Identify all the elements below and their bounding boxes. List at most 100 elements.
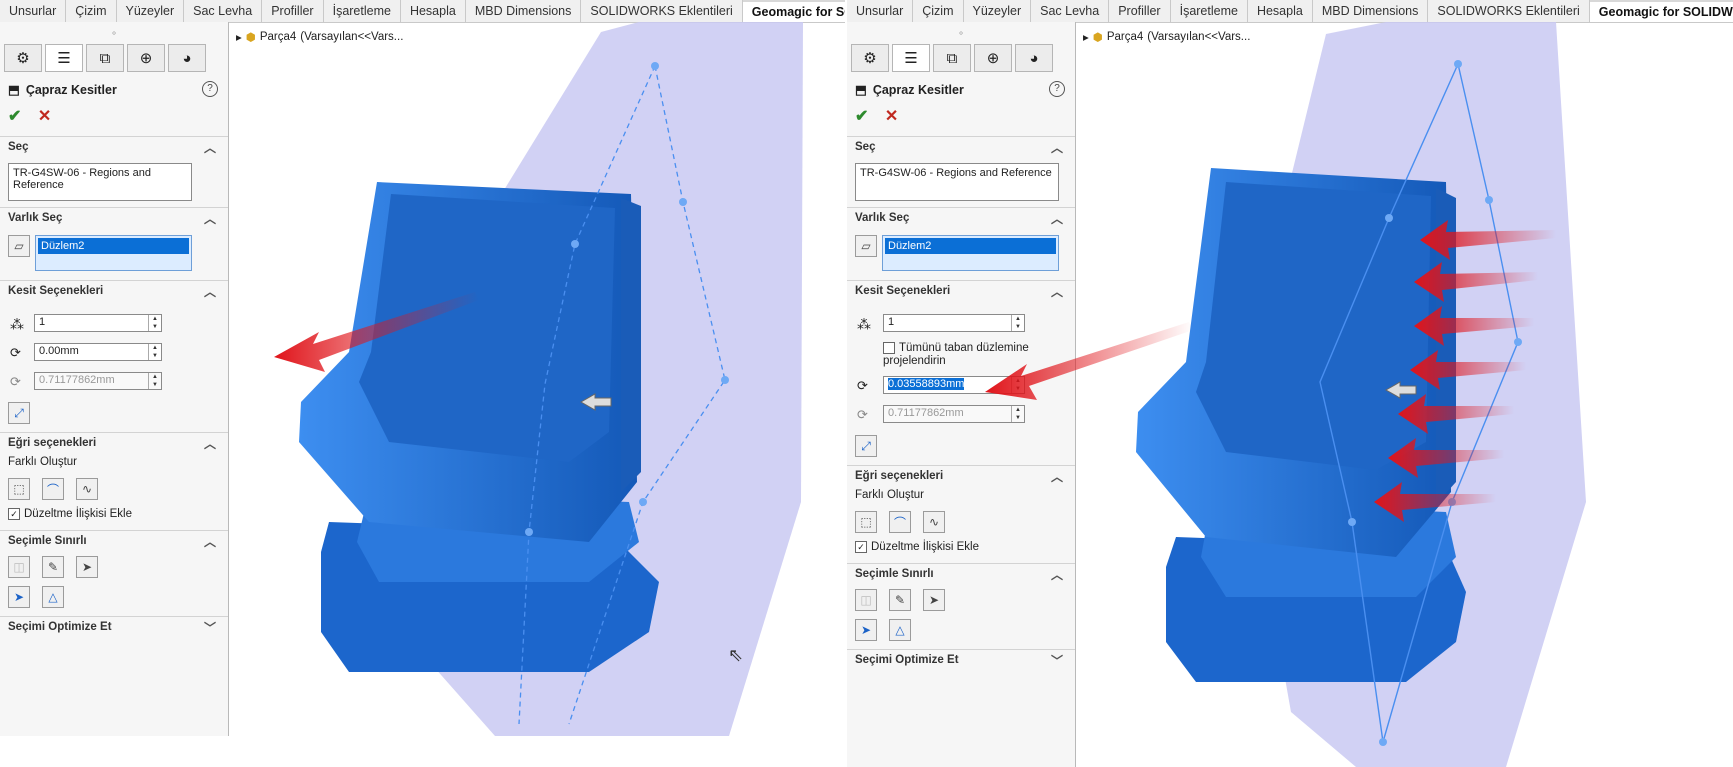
tab-solidworks-eklentileri[interactable]: SOLIDWORKS Eklentileri: [1428, 0, 1590, 22]
plane-handle[interactable]: [1348, 518, 1356, 526]
plane-handle[interactable]: [679, 198, 687, 206]
d1-value-selected[interactable]: 0.03558893mm: [888, 378, 965, 390]
plane-handle[interactable]: [1454, 60, 1462, 68]
box-select-icon[interactable]: ◫: [8, 556, 30, 578]
collapse-icon[interactable]: ︿: [204, 533, 216, 550]
help-icon[interactable]: ?: [202, 81, 218, 97]
expand-icon[interactable]: ﹀: [1051, 652, 1063, 669]
pointer-check-icon[interactable]: ➤: [855, 619, 877, 641]
feature-manager-icon[interactable]: ⚙: [4, 44, 42, 72]
tab-geomagic[interactable]: Geomagic for SOLIDWORKS: [1589, 0, 1733, 22]
tab-mbd-dimensions[interactable]: MBD Dimensions: [1313, 0, 1429, 22]
tab-solidworks-eklentileri[interactable]: SOLIDWORKS Eklentileri: [581, 0, 743, 22]
ok-button[interactable]: ✔: [855, 108, 868, 125]
collapse-icon[interactable]: ︿: [204, 139, 216, 156]
panel-grip-icon[interactable]: ⚬: [847, 28, 1075, 39]
part-side-face[interactable]: [621, 198, 641, 492]
section-limit-header[interactable]: Seçimle Sınırlı ︿: [847, 564, 1075, 584]
feature-manager-icon[interactable]: ⚙: [851, 44, 889, 72]
stepper-arrows-icon[interactable]: ▲▼: [148, 315, 161, 331]
list-item[interactable]: Düzlem2: [38, 238, 189, 254]
collapse-icon[interactable]: ︿: [204, 283, 216, 300]
reverse-direction-icon[interactable]: ⤢: [8, 402, 30, 424]
display-manager-icon[interactable]: ◕: [1015, 44, 1053, 72]
section-entity-header[interactable]: Varlık Seç ︿: [847, 208, 1075, 228]
tab-unsurlar[interactable]: Unsurlar: [847, 0, 914, 22]
tab-geomagic[interactable]: Geomagic for SOLIDWORKS: [742, 0, 845, 22]
property-manager-icon[interactable]: ☰: [45, 44, 83, 72]
config-manager-icon[interactable]: ⧉: [86, 44, 124, 72]
collapse-icon[interactable]: ︿: [1051, 468, 1063, 485]
graphics-viewport[interactable]: [229, 22, 845, 736]
plane-handle[interactable]: [721, 376, 729, 384]
config-manager-icon[interactable]: ⧉: [933, 44, 971, 72]
pointer-select-icon[interactable]: ➤: [76, 556, 98, 578]
section-optimize-header[interactable]: Seçimi Optimize Et ﹀: [0, 617, 228, 637]
tab-isaretleme[interactable]: İşaretleme: [1171, 0, 1248, 22]
triangle-mesh-icon[interactable]: △: [42, 586, 64, 608]
count-stepper[interactable]: 1 ▲ ▼: [34, 314, 162, 332]
cancel-button[interactable]: ✕: [885, 108, 898, 125]
tab-sac-levha[interactable]: Sac Levha: [1031, 0, 1110, 22]
collapse-icon[interactable]: ︿: [1051, 210, 1063, 227]
paint-select-icon[interactable]: ✎: [42, 556, 64, 578]
tab-mbd-dimensions[interactable]: MBD Dimensions: [466, 0, 582, 22]
tab-profiller[interactable]: Profiller: [1109, 0, 1171, 22]
checkbox-unchecked-icon[interactable]: [883, 342, 895, 354]
tab-yuzeyler[interactable]: Yüzeyler: [117, 0, 185, 22]
property-manager-icon[interactable]: ☰: [892, 44, 930, 72]
section-curve-header[interactable]: Eğri seçenekleri ︿: [847, 466, 1075, 486]
collapse-icon[interactable]: ︿: [1051, 566, 1063, 583]
entity-list[interactable]: Düzlem2: [35, 235, 192, 271]
plane-handle[interactable]: [1385, 214, 1393, 222]
tab-isaretleme[interactable]: İşaretleme: [324, 0, 401, 22]
collapse-icon[interactable]: ︿: [1051, 139, 1063, 156]
plane-handle[interactable]: [1485, 196, 1493, 204]
pointer-select-icon[interactable]: ➤: [923, 589, 945, 611]
dimxpert-icon[interactable]: ⊕: [974, 44, 1012, 72]
collapse-icon[interactable]: ︿: [204, 210, 216, 227]
plane-handle[interactable]: [1514, 338, 1522, 346]
arc-icon[interactable]: ⌒: [42, 478, 64, 500]
collapse-icon[interactable]: ︿: [1051, 283, 1063, 300]
checkbox-checked-icon[interactable]: ✓: [855, 541, 867, 553]
entity-list[interactable]: Düzlem2: [882, 235, 1059, 271]
tab-cizim[interactable]: Çizim: [913, 0, 964, 22]
section-select-header[interactable]: Seç ︿: [0, 137, 228, 157]
section-options-header[interactable]: Kesit Seçenekleri ︿: [0, 281, 228, 301]
pointer-check-icon[interactable]: ➤: [8, 586, 30, 608]
list-item[interactable]: Düzlem2: [885, 238, 1056, 254]
select-input[interactable]: TR-G4SW-06 - Regions and Reference: [8, 163, 192, 201]
cancel-button[interactable]: ✕: [38, 108, 51, 125]
paint-select-icon[interactable]: ✎: [889, 589, 911, 611]
stepper-arrows-icon[interactable]: ▲▼: [148, 344, 161, 360]
section-entity-header[interactable]: Varlık Seç ︿: [0, 208, 228, 228]
checkbox-checked-icon[interactable]: ✓: [8, 508, 20, 520]
spline-icon[interactable]: ∿: [923, 511, 945, 533]
box-select-icon[interactable]: ◫: [855, 589, 877, 611]
polyline-icon[interactable]: ⬚: [8, 478, 30, 500]
triangle-mesh-icon[interactable]: △: [889, 619, 911, 641]
plane-handle[interactable]: [525, 528, 533, 536]
tab-hesapla[interactable]: Hesapla: [1248, 0, 1313, 22]
fix-relation-checkbox[interactable]: ✓ Düzeltme İlişkisi Ekle: [8, 508, 132, 520]
panel-grip-icon[interactable]: ⚬: [0, 28, 228, 39]
collapse-icon[interactable]: ︿: [204, 435, 216, 452]
section-optimize-header[interactable]: Seçimi Optimize Et ﹀: [847, 650, 1075, 670]
tab-cizim[interactable]: Çizim: [66, 0, 117, 22]
plane-handle[interactable]: [571, 240, 579, 248]
d1-stepper[interactable]: 0.00mm ▲ ▼: [34, 343, 162, 361]
tab-unsurlar[interactable]: Unsurlar: [0, 0, 67, 22]
section-curve-header[interactable]: Eğri seçenekleri ︿: [0, 433, 228, 453]
section-select-header[interactable]: Seç ︿: [847, 137, 1075, 157]
fix-relation-checkbox[interactable]: ✓ Düzeltme İlişkisi Ekle: [855, 541, 979, 553]
help-icon[interactable]: ?: [1049, 81, 1065, 97]
tab-sac-levha[interactable]: Sac Levha: [184, 0, 263, 22]
display-manager-icon[interactable]: ◕: [168, 44, 206, 72]
plane-handle[interactable]: [651, 62, 659, 70]
reverse-direction-icon[interactable]: ⤢: [855, 435, 877, 457]
plane-handle[interactable]: [639, 498, 647, 506]
section-options-header[interactable]: Kesit Seçenekleri ︿: [847, 281, 1075, 301]
dimxpert-icon[interactable]: ⊕: [127, 44, 165, 72]
select-input[interactable]: TR-G4SW-06 - Regions and Reference: [855, 163, 1059, 201]
